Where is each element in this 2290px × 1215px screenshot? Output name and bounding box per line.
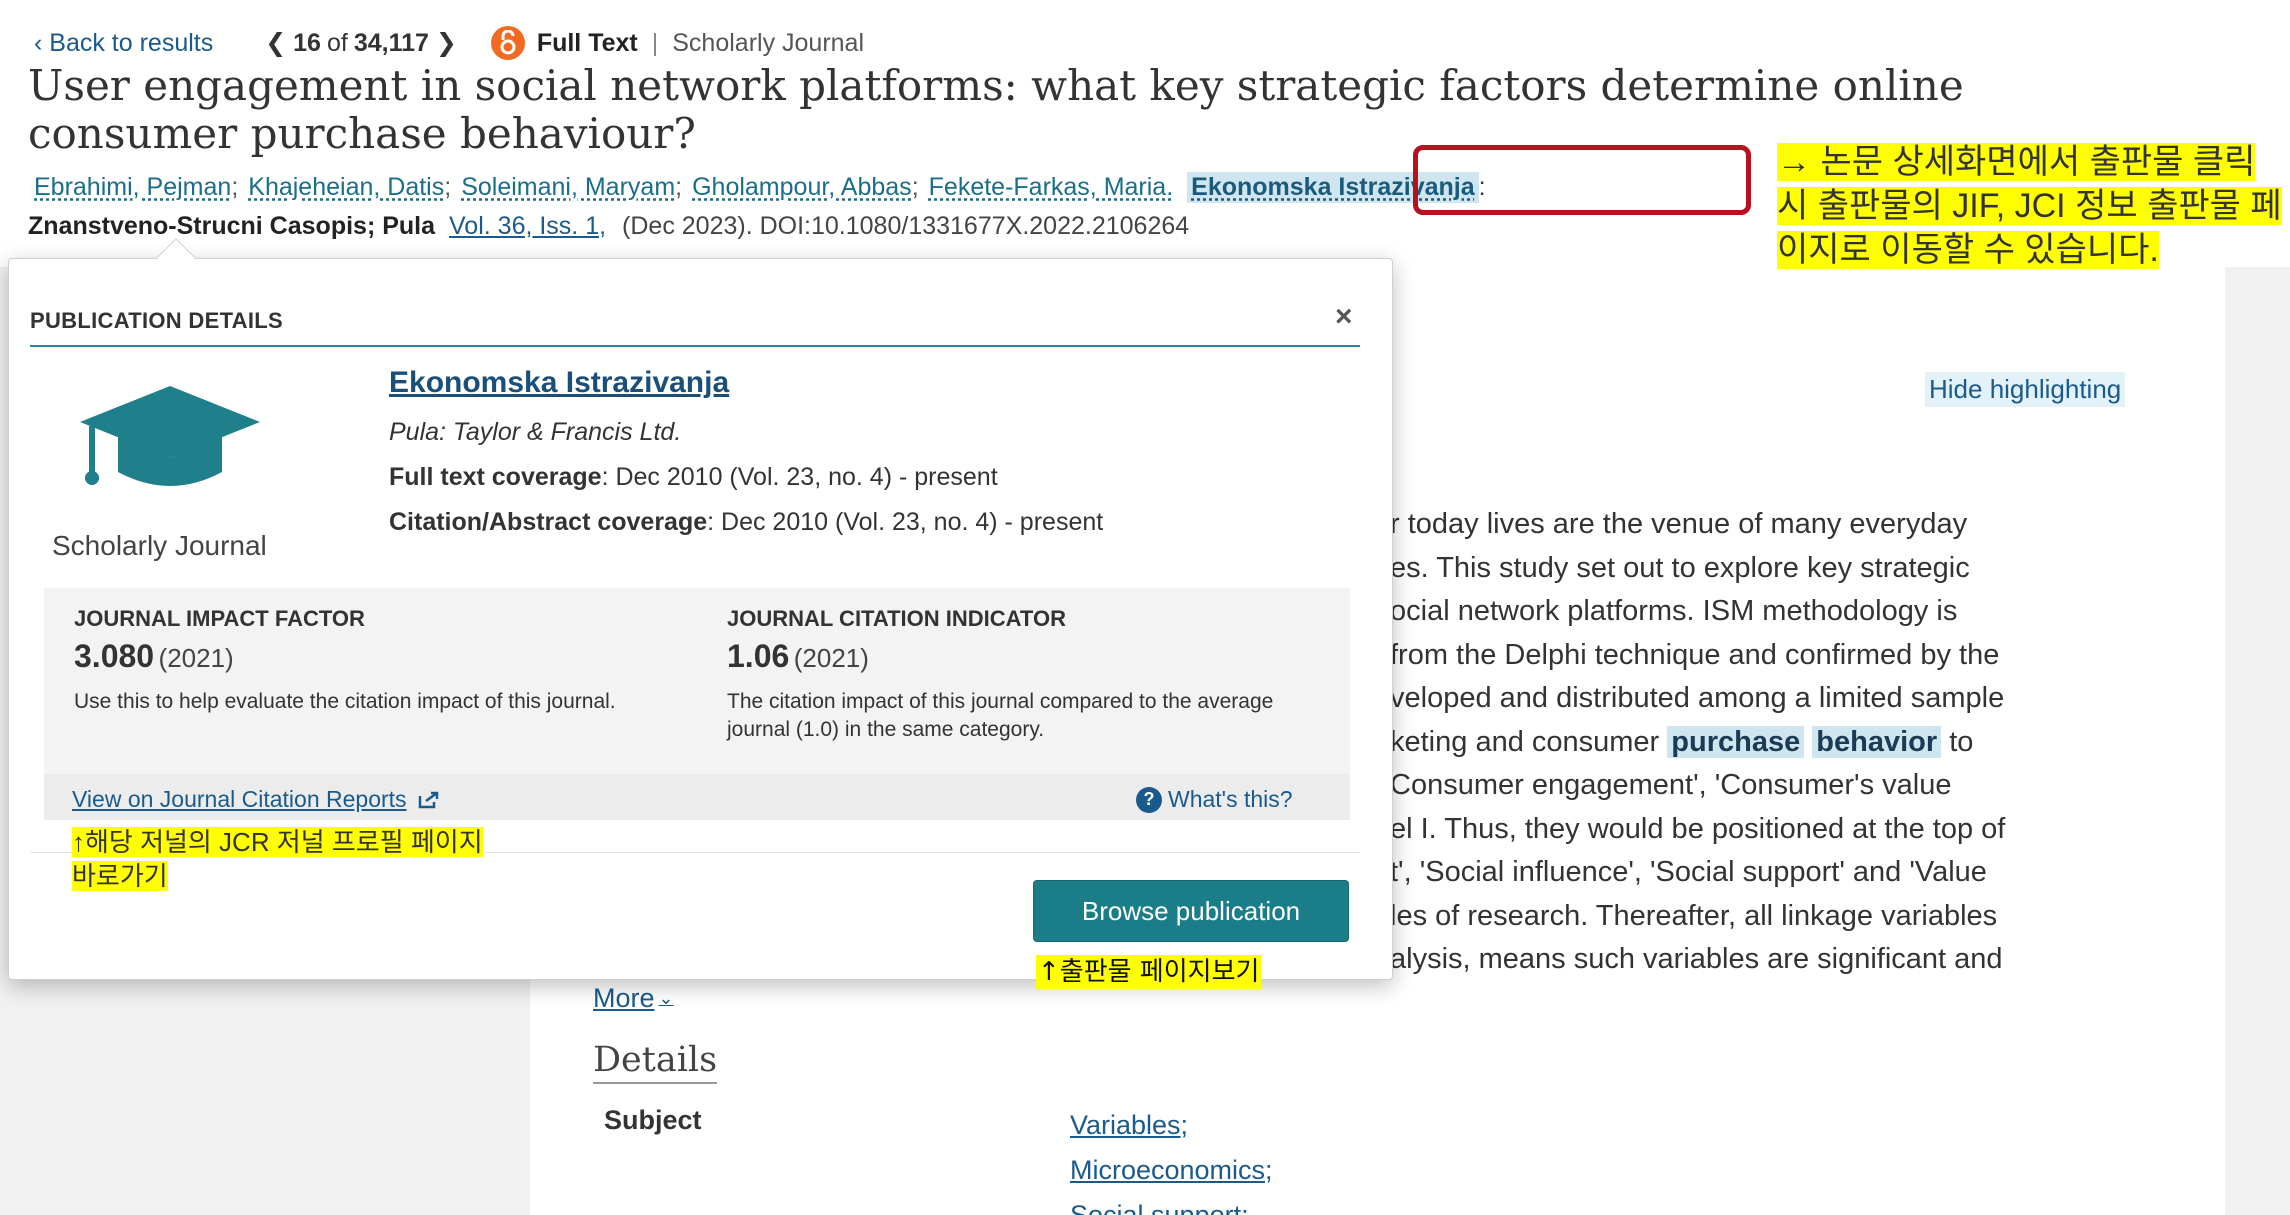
back-to-results-label: Back to results [49,28,214,57]
external-link-icon [417,790,441,810]
abstract-line-part: keting and consumer [1390,725,1660,758]
popover-divider [30,345,1360,347]
author-separator: ; [911,172,919,201]
author-separator: ; [444,172,452,201]
full-text-coverage-value: : Dec 2010 (Vol. 23, no. 4) - present [601,463,998,491]
jci-year: (2021) [793,643,869,673]
view-jcr-label: View on Journal Citation Reports [72,786,407,812]
author-link[interactable]: Ebrahimi, Pejman [34,173,231,202]
abstract-line: r today lives are the venue of many ever… [1390,508,1968,540]
annotation-note-jcr: ↑해당 저널의 JCR 저널 프로필 페이지 바로가기 [72,825,483,893]
subject-label: Subject [604,1105,702,1135]
author-link[interactable]: Gholampour, Abbas [692,173,912,202]
author-separator: ; [231,172,239,201]
back-to-results-link[interactable]: ‹ Back to results [34,29,213,58]
jci-description: The citation impact of this journal comp… [727,690,1274,741]
jif-year: (2021) [158,643,234,673]
current-result-number: 16 [293,28,321,57]
author-list: Ebrahimi, Pejman; Khajeheian, Datis; Sol… [34,168,1486,206]
browse-publication-button[interactable]: Browse publication [1033,880,1349,942]
author-separator: ; [675,172,683,201]
highlighted-term: purchase [1667,725,1805,758]
abstract-line: el I. Thus, they would be positioned at … [1390,812,2006,845]
jif-number: 3.080 [74,638,155,674]
subject-link[interactable]: Variables; [1070,1110,1188,1141]
full-text-coverage-label: Full text coverage [389,463,602,491]
graduation-cap-icon [70,378,270,503]
previous-result-icon[interactable]: ❮ [265,28,293,58]
volume-issue-link[interactable]: Vol. 36, Iss. 1, [449,212,606,241]
abstract-line: es. This study set out to explore key st… [1390,551,1970,584]
annotation-text: → 논문 상세화면에서 출판물 클릭 시 출판물의 JIF, JCI 정보 출판… [1777,143,2282,269]
publication-info: Znanstveno-Strucni Casopis; Pula Vol. 36… [28,208,1189,244]
view-jcr-link[interactable]: View on Journal Citation Reports [72,786,441,813]
annotation-highlight-box [1413,145,1751,215]
jci-value: 1.06 (2021) [727,638,869,675]
chevron-down-icon: ⌄ [658,988,674,1008]
citation-coverage-label: Citation/Abstract coverage [389,508,708,536]
abstract-line: alysis, means such variables are signifi… [1390,943,2003,975]
jif-description: Use this to help evaluate the citation i… [74,690,616,713]
open-access-icon [490,26,525,60]
full-text-coverage: Full text coverage: Dec 2010 (Vol. 23, n… [389,463,998,492]
close-icon[interactable]: × [1335,300,1353,334]
document-type: Scholarly Journal [672,28,865,57]
publisher: Pula: Taylor & Francis Ltd. [389,418,682,446]
annotation-text: 바로가기 [72,861,168,891]
highlighted-term: behavior [1812,725,1942,758]
author-link[interactable]: Soleimani, Maryam [461,173,675,202]
citation-coverage-value: : Dec 2010 (Vol. 23, no. 4) - present [707,508,1104,536]
popover-heading: PUBLICATION DETAILS [30,308,283,333]
result-pager: ❮ 16 of 34,117 ❯ [265,28,457,58]
publication-date-doi: (Dec 2023). DOI:10.1080/1331677X.2022.21… [622,211,1190,240]
publication-info-bold: Znanstveno-Strucni Casopis; Pula [28,211,436,240]
more-link[interactable]: More ⌄ [593,983,674,1014]
journal-name-link[interactable]: Ekonomska Istrazivanja [389,366,729,400]
question-icon: ? [1136,786,1162,813]
whats-this-label: What's this? [1168,786,1293,812]
jif-title: JOURNAL IMPACT FACTOR [74,606,365,631]
abstract-line: les of research. Thereafter, all linkage… [1390,899,1998,932]
next-result-icon[interactable]: ❯ [429,28,457,58]
results-navigation: ‹ Back to results ❮ 16 of 34,117 ❯ Full … [34,26,864,60]
pager-of-word: of [326,28,348,57]
whats-this-link[interactable]: ? What's this? [1136,786,1293,813]
details-heading: Details [593,1040,718,1084]
annotation-text: ↑해당 저널의 JCR 저널 프로필 페이지 [72,827,483,857]
abstract-line: from the Delphi technique and confirmed … [1390,638,2000,671]
header-separator: | [651,28,659,57]
annotation-note-top: → 논문 상세화면에서 출판물 클릭 시 출판물의 JIF, JCI 정보 출판… [1777,140,2290,272]
abstract-line: Consumer engagement', 'Consumer's value [1390,769,1952,801]
author-link[interactable]: Khajeheian, Datis [248,173,444,202]
abstract-line: ocial network platforms. ISM methodology… [1390,595,1958,627]
jci-title: JOURNAL CITATION INDICATOR [727,606,1066,631]
jif-value: 3.080 (2021) [74,638,234,675]
abstract-line: veloped and distributed among a limited … [1390,682,2005,714]
hide-highlighting-link[interactable]: Hide highlighting [1925,372,2126,407]
publication-type: Scholarly Journal [52,530,267,561]
abstract-text: r today lives are the venue of many ever… [1390,503,2220,982]
total-results-count: 34,117 [353,28,429,57]
right-gutter [2225,267,2290,1215]
jci-number: 1.06 [727,638,790,674]
subject-link[interactable]: Social support; [1070,1200,1249,1215]
full-text-label: Full Text [536,28,638,57]
subject-link[interactable]: Microeconomics; [1070,1155,1273,1186]
author-link[interactable]: Fekete-Farkas, Maria. [929,173,1174,202]
abstract-line-part: to [1949,725,1974,758]
abstract-line: t', 'Social influence', 'Social support'… [1390,856,1987,888]
abstract-line-highlighted: keting and consumer purchase behavior to [1390,721,2220,765]
citation-coverage: Citation/Abstract coverage: Dec 2010 (Vo… [389,508,1103,537]
annotation-note-browse: ↑출판물 페이지보기 [1036,955,1262,989]
more-label: More [593,983,655,1013]
